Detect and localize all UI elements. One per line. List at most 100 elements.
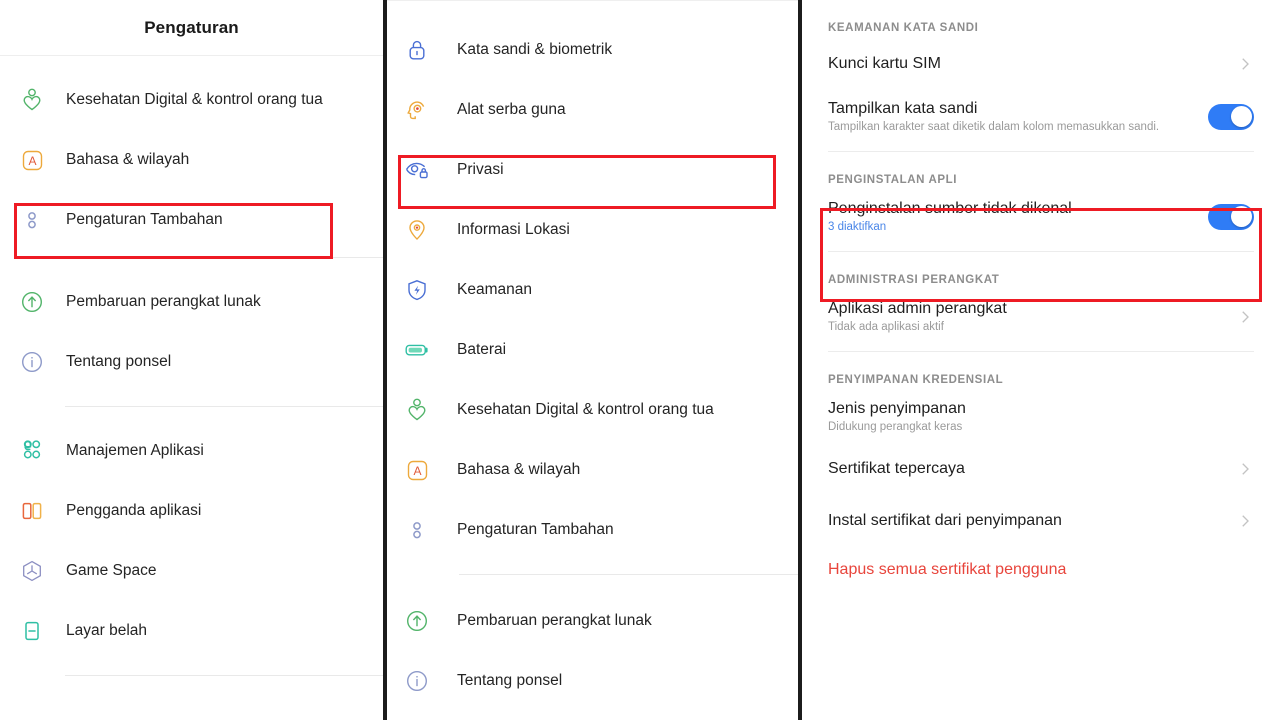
- spacer: [0, 250, 383, 257]
- section-header-keamanan-kata-sandi: KEAMANAN KATA SANDI: [828, 0, 1254, 38]
- settings-group-3: Manajemen Aplikasi Pengganda aplikasi: [0, 421, 383, 661]
- row-title: Penginstalan sumber tidak dikenal: [828, 200, 1072, 218]
- sidebar-item-manajemen-aplikasi[interactable]: Manajemen Aplikasi: [0, 421, 383, 481]
- sidebar-item-label: Manajemen Aplikasi: [66, 442, 204, 460]
- software-update-icon: [399, 603, 435, 639]
- row-subtitle: Tidak ada aplikasi aktif: [828, 321, 1007, 333]
- row-kunci-kartu-sim[interactable]: Kunci kartu SIM: [828, 38, 1254, 90]
- action-hapus-semua-sertifikat-pengguna[interactable]: Hapus semua sertifikat pengguna: [828, 547, 1254, 583]
- row-sertifikat-tepercaya[interactable]: Sertifikat tepercaya: [828, 443, 1254, 495]
- toggle-penginstalan-sumber-tidak-dikenal[interactable]: [1208, 204, 1254, 230]
- chevron-right-icon: [1236, 512, 1254, 530]
- sidebar-item-label: Pembaruan perangkat lunak: [66, 293, 261, 311]
- panel-settings-scrolled: Kata sandi & biometrik Alat serba guna: [387, 0, 798, 720]
- sidebar-item-bahasa-wilayah[interactable]: A Bahasa & wilayah: [0, 130, 383, 190]
- sidebar-item-pembaruan-perangkat-lunak[interactable]: Pembaruan perangkat lunak: [0, 272, 383, 332]
- spacer: [0, 56, 383, 70]
- sidebar-item-label: Tentang ponsel: [66, 353, 171, 371]
- row-penginstalan-sumber-tidak-dikenal[interactable]: Penginstalan sumber tidak dikenal 3 diak…: [828, 190, 1254, 243]
- list-item-bahasa-wilayah[interactable]: A Bahasa & wilayah: [387, 440, 798, 500]
- settings-group-2: Pembaruan perangkat lunak Tentang ponsel: [387, 591, 798, 711]
- row-tampilkan-kata-sandi[interactable]: Tampilkan kata sandi Tampilkan karakter …: [828, 90, 1254, 143]
- row-jenis-penyimpanan[interactable]: Jenis penyimpanan Didukung perangkat ker…: [828, 390, 1254, 443]
- spacer: [0, 392, 383, 406]
- location-icon: [399, 212, 435, 248]
- list-item-tentang-ponsel[interactable]: Tentang ponsel: [387, 651, 798, 711]
- list-item-label: Privasi: [457, 161, 504, 179]
- toggle-knob: [1231, 206, 1252, 227]
- spacer: [0, 661, 383, 675]
- list-item-label: Informasi Lokasi: [457, 221, 570, 239]
- additional-settings-icon: [14, 202, 50, 238]
- app-management-icon: [14, 433, 50, 469]
- toggle-tampilkan-kata-sandi[interactable]: [1208, 104, 1254, 130]
- sidebar-item-pengaturan-tambahan[interactable]: Pengaturan Tambahan: [0, 190, 383, 250]
- sidebar-item-pengganda-aplikasi[interactable]: Pengganda aplikasi: [0, 481, 383, 541]
- row-title: Kunci kartu SIM: [828, 55, 941, 73]
- chevron-right-icon: [1236, 308, 1254, 326]
- digital-wellbeing-icon: [14, 82, 50, 118]
- list-item-label: Baterai: [457, 341, 506, 359]
- list-item-kesehatan-digital[interactable]: Kesehatan Digital & kontrol orang tua: [387, 380, 798, 440]
- spacer: [0, 258, 383, 272]
- row-subtitle: Tampilkan karakter saat diketik dalam ko…: [828, 121, 1159, 133]
- list-item-label: Tentang ponsel: [457, 672, 562, 690]
- settings-group-2: Pembaruan perangkat lunak Tentang ponsel: [0, 272, 383, 392]
- list-item-label: Keamanan: [457, 281, 532, 299]
- list-item-label: Bahasa & wilayah: [457, 461, 580, 479]
- about-phone-icon: [14, 344, 50, 380]
- row-instal-sertifikat-dari-penyimpanan[interactable]: Instal sertifikat dari penyimpanan: [828, 495, 1254, 547]
- security-icon: [399, 272, 435, 308]
- section-header-penyimpanan-kredensial: PENYIMPANAN KREDENSIAL: [828, 352, 1254, 390]
- sidebar-item-game-space[interactable]: Game Space: [0, 541, 383, 601]
- svg-text:A: A: [28, 154, 36, 168]
- row-title: Aplikasi admin perangkat: [828, 300, 1007, 318]
- row-subtitle: Didukung perangkat keras: [828, 421, 966, 433]
- sidebar-item-label: Pengganda aplikasi: [66, 502, 201, 520]
- list-item-label: Alat serba guna: [457, 101, 566, 119]
- row-title: Sertifikat tepercaya: [828, 460, 965, 478]
- panel-settings-main: Pengaturan Kesehatan Digital & kontrol o…: [0, 0, 383, 720]
- page-title: Pengaturan: [144, 18, 239, 38]
- sidebar-item-label: Game Space: [66, 562, 156, 580]
- about-phone-icon: [399, 663, 435, 699]
- settings-header: Pengaturan: [0, 0, 383, 56]
- software-update-icon: [14, 284, 50, 320]
- list-item-kata-sandi-biometrik[interactable]: Kata sandi & biometrik: [387, 20, 798, 80]
- game-space-icon: [14, 553, 50, 589]
- list-item-alat-serba-guna[interactable]: Alat serba guna: [387, 80, 798, 140]
- language-icon: A: [14, 142, 50, 178]
- list-item-pengaturan-tambahan[interactable]: Pengaturan Tambahan: [387, 500, 798, 560]
- list-item-informasi-lokasi[interactable]: Informasi Lokasi: [387, 200, 798, 260]
- sidebar-item-kesehatan-digital[interactable]: Kesehatan Digital & kontrol orang tua: [0, 70, 383, 130]
- list-item-pembaruan-perangkat-lunak[interactable]: Pembaruan perangkat lunak: [387, 591, 798, 651]
- list-item-baterai[interactable]: Baterai: [387, 320, 798, 380]
- list-item-label: Pembaruan perangkat lunak: [457, 612, 652, 630]
- row-title: Instal sertifikat dari penyimpanan: [828, 512, 1062, 530]
- svg-text:A: A: [413, 464, 421, 478]
- row-title: Tampilkan kata sandi: [828, 100, 1159, 118]
- sidebar-item-label: Kesehatan Digital & kontrol orang tua: [66, 91, 323, 109]
- list-item-label: Kesehatan Digital & kontrol orang tua: [457, 401, 714, 419]
- list-item-keamanan[interactable]: Keamanan: [387, 260, 798, 320]
- privacy-icon: [399, 152, 435, 188]
- row-aplikasi-admin-perangkat[interactable]: Aplikasi admin perangkat Tidak ada aplik…: [828, 290, 1254, 343]
- sidebar-item-tentang-ponsel[interactable]: Tentang ponsel: [0, 332, 383, 392]
- row-title: Jenis penyimpanan: [828, 400, 966, 418]
- section-header-administrasi-perangkat: ADMINISTRASI PERANGKAT: [828, 252, 1254, 290]
- password-biometrics-icon: [399, 32, 435, 68]
- convenience-tools-icon: [399, 92, 435, 128]
- sidebar-item-layar-belah[interactable]: Layar belah: [0, 601, 383, 661]
- chevron-right-icon: [1236, 55, 1254, 73]
- sidebar-item-label: Bahasa & wilayah: [66, 151, 189, 169]
- settings-group-1: Kesehatan Digital & kontrol orang tua A …: [0, 70, 383, 250]
- sidebar-item-label: Pengaturan Tambahan: [66, 211, 223, 229]
- settings-group-1: Kata sandi & biometrik Alat serba guna: [387, 20, 798, 560]
- row-subtitle-link[interactable]: 3 diaktifkan: [828, 221, 1072, 233]
- spacer: [0, 407, 383, 421]
- app-cloner-icon: [14, 493, 50, 529]
- list-item-privasi[interactable]: Privasi: [387, 140, 798, 200]
- list-item-label: Kata sandi & biometrik: [457, 41, 612, 59]
- panel-privacy-details: KEAMANAN KATA SANDI Kunci kartu SIM Tamp…: [802, 0, 1280, 720]
- digital-wellbeing-icon: [399, 392, 435, 428]
